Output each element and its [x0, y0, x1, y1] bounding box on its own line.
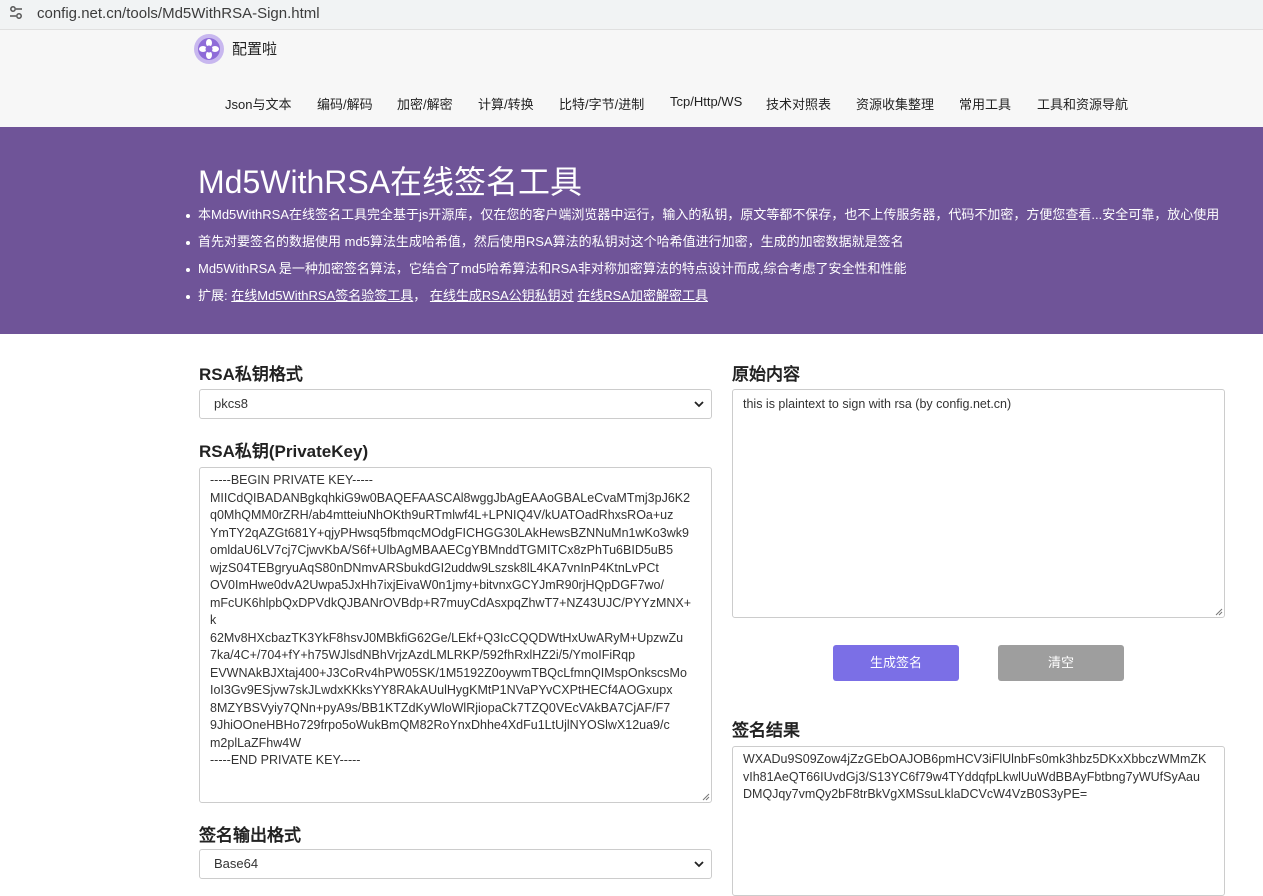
original-content-textarea[interactable]: this is plaintext to sign with rsa (by c… [732, 389, 1225, 618]
private-key-line: omldaU6LV7cj7CjwvKbA/S6f+UlbAgMBAAECgYBM… [210, 543, 674, 557]
key-format-value: pkcs8 [214, 396, 248, 411]
private-key-line: YmTY2qAZGt681Y+qjyPHwsq5fbmqcMOdgFICHGG3… [210, 525, 689, 540]
output-format-select[interactable]: Base64 [199, 849, 712, 879]
private-key-line: -----BEGIN PRIVATE KEY----- [210, 473, 373, 487]
private-key-line: 62Mv8HXcbazTK3YkF8hsvJ0MBkfiG62Ge/LEkf+Q… [210, 630, 684, 645]
hero-bullet-extensions: 扩展: 在线Md5WithRSA签名验签工具， 在线生成RSA公钥私钥对 在线R… [186, 289, 1219, 316]
key-format-select[interactable]: pkcs8 [199, 389, 712, 419]
nav-item-tcp[interactable]: Tcp/Http/WS [670, 94, 742, 109]
private-key-line: k [210, 613, 217, 627]
signature-result-label: 签名结果 [732, 721, 800, 740]
private-key-line: wjzS04TEBgryuAqS80nDNmvARSbukdGI2uddw9Ls… [210, 560, 659, 575]
hero-bullets: 本Md5WithRSA在线签名工具完全基于js开源库，仅在您的客户端浏览器中运行… [186, 208, 1219, 316]
nav-item-calc[interactable]: 计算/转换 [478, 94, 534, 113]
hero-banner: Md5WithRSA在线签名工具 本Md5WithRSA在线签名工具完全基于js… [0, 127, 1263, 334]
private-key-line: mFcUK6hlpbQxDPVdkQJBANrOVBdp+R7muyCdAsxp… [210, 595, 692, 610]
private-key-label: RSA私钥(PrivateKey) [199, 442, 369, 461]
chevron-down-icon [694, 401, 704, 408]
browser-address-bar: config.net.cn/tools/Md5WithRSA-Sign.html [0, 0, 1263, 30]
hero-bullet: 首先对要签名的数据使用 md5算法生成哈希值，然后使用RSA算法的私钥对这个哈希… [186, 235, 1219, 262]
private-key-line: MIICdQIBADANBgkqhkiG9w0BAQEFAASCAl8wggJb… [210, 490, 691, 505]
private-key-line: -----END PRIVATE KEY----- [210, 753, 361, 767]
private-key-line: 9JhiOOneHBHo729frpo5oWukBmQM82RoYnxDhhe4… [210, 718, 670, 732]
hero-bullet: 本Md5WithRSA在线签名工具完全基于js开源库，仅在您的客户端浏览器中运行… [186, 208, 1219, 235]
private-key-textarea[interactable]: -----BEGIN PRIVATE KEY----- MIICdQIBADANB… [199, 467, 712, 803]
signature-result-content: WXADu9S09Zow4jZzGEbOAJOB6pmHCV3iFlUlnbFs… [743, 751, 1214, 804]
signature-result-textarea[interactable]: WXADu9S09Zow4jZzGEbOAJOB6pmHCV3iFlUlnbFs… [732, 746, 1225, 896]
nav-item-encode[interactable]: 编码/解码 [317, 94, 373, 113]
signature-result-line: vIh81AeQT66IUvdGj3/S13YC6f79w4TYddqfpLkw… [743, 769, 1200, 784]
link-rsa-keypair[interactable]: 在线生成RSA公钥私钥对 [430, 288, 574, 303]
private-key-line: IoI3Gv9ESjvw7skJLwdxKKksYY8RAkAUulHygKMt… [210, 683, 673, 697]
url-text[interactable]: config.net.cn/tools/Md5WithRSA-Sign.html [37, 5, 320, 22]
link-md5withrsa-verify[interactable]: 在线Md5WithRSA签名验签工具 [231, 288, 413, 303]
generate-signature-button[interactable]: 生成签名 [833, 645, 959, 681]
output-format-label: 签名输出格式 [199, 826, 301, 845]
hero-bullet: Md5WithRSA 是一种加密签名算法，它结合了md5哈希算法和RSA非对称加… [186, 262, 1219, 289]
private-key-line: m2plLaZFhw4W [210, 735, 301, 750]
resize-grip-icon[interactable] [701, 792, 710, 801]
key-format-label: RSA私钥格式 [199, 365, 303, 384]
tune-icon[interactable] [8, 5, 24, 21]
clear-button[interactable]: 清空 [998, 645, 1124, 681]
extensions-label: 扩展: [198, 288, 228, 303]
original-content-label: 原始内容 [732, 365, 800, 384]
site-name[interactable]: 配置啦 [232, 38, 277, 59]
signature-result-line: WXADu9S09Zow4jZzGEbOAJOB6pmHCV3iFlUlnbFs… [743, 752, 1207, 766]
link-rsa-encrypt[interactable]: 在线RSA加密解密工具 [577, 288, 708, 303]
separator: ， [413, 288, 427, 303]
output-format-value: Base64 [214, 856, 259, 871]
nav-item-bits[interactable]: 比特/字节/进制 [559, 94, 644, 113]
page-title: Md5WithRSA在线签名工具 [198, 164, 583, 200]
resize-grip-icon[interactable] [1214, 607, 1223, 616]
original-content-text: this is plaintext to sign with rsa (by c… [743, 397, 1012, 411]
site-header: 配置啦 Json与文本 编码/解码 加密/解密 计算/转换 比特/字节/进制 T… [0, 30, 1263, 127]
nav-item-resources[interactable]: 资源收集整理 [856, 94, 934, 113]
nav-item-common-tools[interactable]: 常用工具 [959, 94, 1011, 113]
nav-item-crypto[interactable]: 加密/解密 [397, 94, 453, 113]
nav-item-navigation[interactable]: 工具和资源导航 [1037, 94, 1128, 113]
nav-item-tech-table[interactable]: 技术对照表 [766, 94, 831, 113]
signature-result-line: DMQJqy7vmQy2bF8trBkVgXMSsuLklaDCVcW4VzB0… [743, 787, 1088, 801]
private-key-line: 7ka/4C+/704+fY+h75WJlsdNBhVrjzAzdLMLRKP/… [210, 648, 636, 662]
chevron-down-icon [694, 861, 704, 868]
private-key-line: OV0ImHwe0dvA2Uwpa5JxHh7ixjEivaW0n1jmy+bi… [210, 578, 664, 592]
private-key-line: 8MZYBSVyiy7QNn+pyA9s/BB1KTZdKyWloWlRjiop… [210, 700, 671, 715]
private-key-line: q0MhQMM0rZRH/ab4mtteiuNhOKth9uRTmlwf4L+L… [210, 508, 674, 522]
private-key-line: EVWNAkBJXtaj400+J3CoRv4hPW05SK/1M5192Z0o… [210, 665, 687, 680]
private-key-content: -----BEGIN PRIVATE KEY----- MIICdQIBADANB… [210, 472, 701, 770]
nav-item-json[interactable]: Json与文本 [225, 94, 291, 113]
flower-logo-icon[interactable] [193, 33, 225, 65]
